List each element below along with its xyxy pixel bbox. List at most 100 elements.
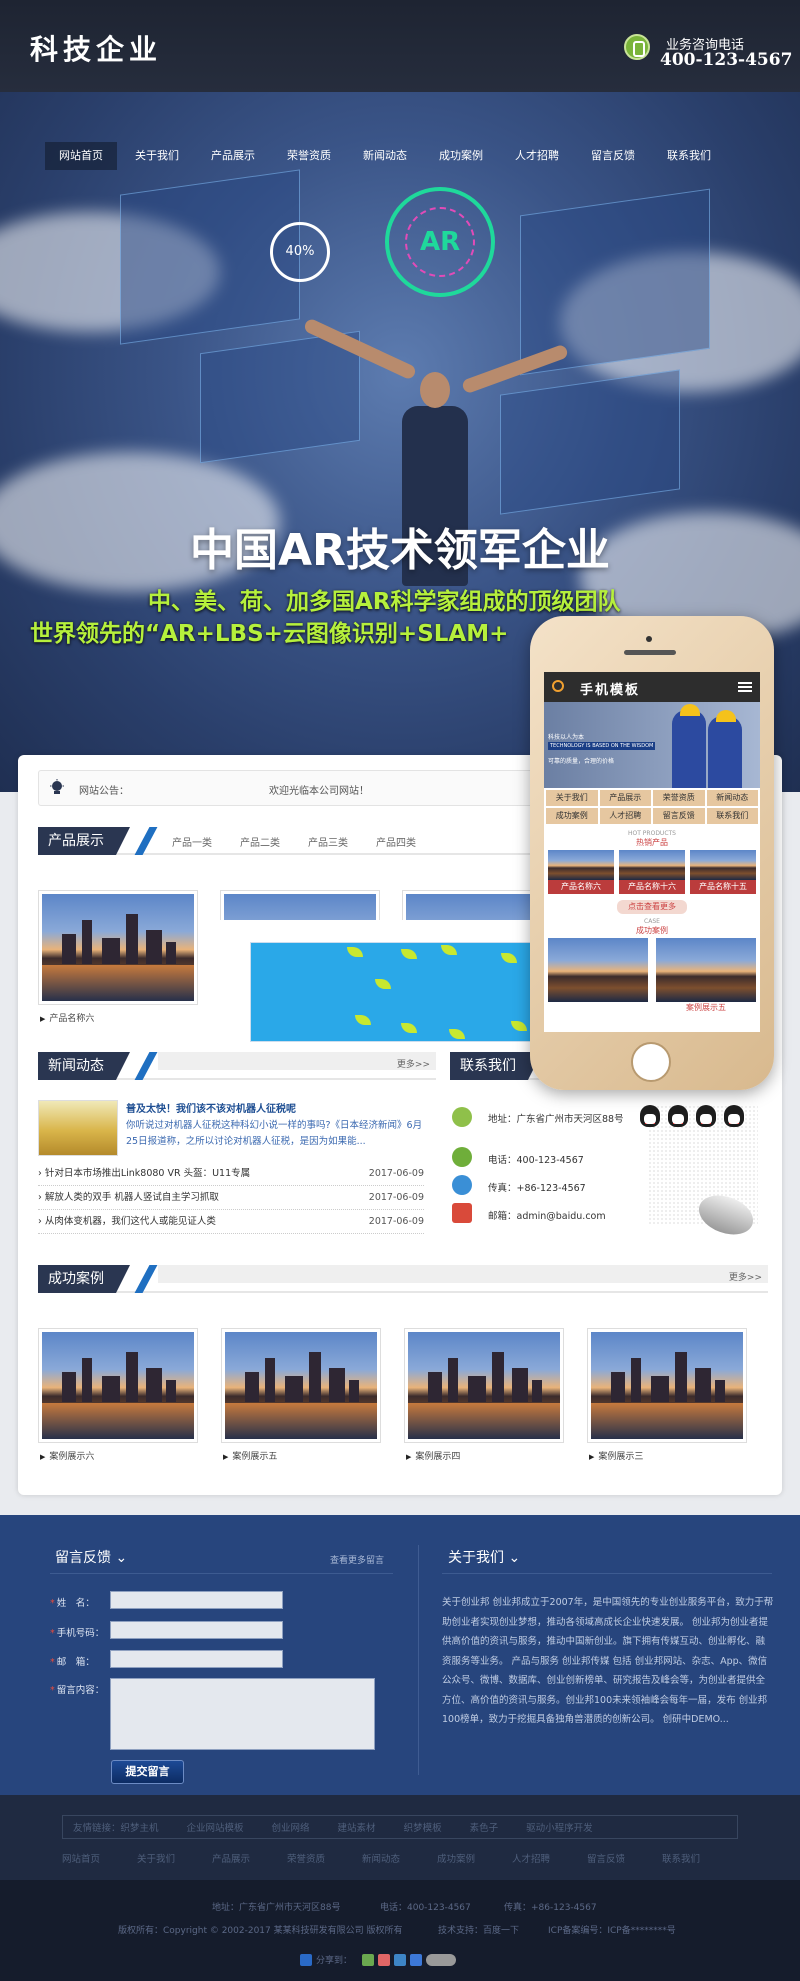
contact-email[interactable]: 邮箱：admin@baidu.com bbox=[488, 1208, 606, 1222]
mobile-case-card[interactable] bbox=[548, 938, 648, 1013]
friend-link[interactable]: 友情链接：织梦主机 bbox=[73, 1820, 159, 1834]
news-row[interactable]: 从肉体变机器，我们这代人或能见证人类 2017-06-09 bbox=[38, 1210, 424, 1234]
nav-item-jobs[interactable]: 人才招聘 bbox=[501, 142, 573, 170]
mobile-product-card[interactable]: 产品名称六 bbox=[548, 850, 614, 894]
footer-nav-item[interactable]: 联系我们 bbox=[662, 1851, 737, 1865]
footer-icp[interactable]: ICP备案编号：ICP备********号 bbox=[548, 1923, 676, 1936]
footer-nav-item[interactable]: 关于我们 bbox=[137, 1851, 212, 1865]
nav-item-contact[interactable]: 联系我们 bbox=[653, 142, 725, 170]
tab-product-category-4[interactable]: 产品四类 bbox=[376, 834, 416, 849]
footer-nav-item[interactable]: 新闻动态 bbox=[362, 1851, 437, 1865]
mobile-menu-item[interactable]: 产品展示 bbox=[599, 790, 651, 806]
case-caption[interactable]: 案例展示五 bbox=[221, 1449, 381, 1462]
news-row-title[interactable]: 针对日本市场推出Link8080 VR 头盔：U11专属 bbox=[38, 1168, 250, 1179]
case-card[interactable]: 案例展示三 bbox=[587, 1328, 747, 1462]
friend-link[interactable]: 创业网络 bbox=[272, 1820, 310, 1834]
mobile-menu-item[interactable]: 新闻动态 bbox=[706, 790, 758, 806]
submit-button[interactable]: 提交留言 bbox=[111, 1760, 184, 1784]
news-row-title[interactable]: 从肉体变机器，我们这代人或能见证人类 bbox=[38, 1216, 216, 1227]
case-image[interactable] bbox=[221, 1328, 381, 1443]
case-card[interactable]: 案例展示五 bbox=[221, 1328, 381, 1462]
search-icon[interactable] bbox=[552, 680, 564, 692]
case-caption[interactable]: 案例展示四 bbox=[404, 1449, 564, 1462]
friend-link[interactable]: 织梦模板 bbox=[404, 1820, 442, 1834]
friend-link[interactable]: 素色子 bbox=[470, 1820, 499, 1834]
mobile-menu-item[interactable]: 联系我们 bbox=[706, 808, 758, 824]
case-caption[interactable]: 案例展示六 bbox=[38, 1449, 198, 1462]
qq-icon[interactable] bbox=[668, 1105, 688, 1127]
tab-product-category-2[interactable]: 产品二类 bbox=[240, 834, 280, 849]
nav-item-honors[interactable]: 荣誉资质 bbox=[273, 142, 345, 170]
mobile-product-card[interactable]: 产品名称十六 bbox=[619, 850, 685, 894]
mobile-product-name[interactable]: 产品名称十五 bbox=[690, 880, 756, 894]
case-caption[interactable]: 案例展示三 bbox=[587, 1449, 747, 1462]
phone-input[interactable] bbox=[110, 1621, 283, 1639]
nav-item-feedback[interactable]: 留言反馈 bbox=[577, 142, 649, 170]
nav-item-products[interactable]: 产品展示 bbox=[197, 142, 269, 170]
product-card[interactable]: 产品名称六 bbox=[38, 890, 198, 1024]
product-image[interactable] bbox=[402, 890, 532, 920]
product-card[interactable] bbox=[402, 890, 532, 920]
floating-ad-banner[interactable] bbox=[250, 942, 550, 1042]
footer-nav-item[interactable]: 荣誉资质 bbox=[287, 1851, 362, 1865]
friend-link[interactable]: 建站素材 bbox=[338, 1820, 376, 1834]
news-row[interactable]: 针对日本市场推出Link8080 VR 头盔：U11专属 2017-06-09 bbox=[38, 1162, 424, 1186]
friend-link[interactable]: 驱动小程序开发 bbox=[526, 1820, 593, 1834]
email-input[interactable] bbox=[110, 1650, 283, 1668]
footer-nav-item[interactable]: 人才招聘 bbox=[512, 1851, 587, 1865]
share-tencent-icon[interactable] bbox=[394, 1953, 407, 1966]
case-card[interactable]: 案例展示六 bbox=[38, 1328, 198, 1462]
mobile-menu-item[interactable]: 人才招聘 bbox=[599, 808, 651, 824]
share-qzone-icon[interactable] bbox=[362, 1953, 375, 1966]
share-weibo-icon[interactable] bbox=[378, 1953, 391, 1966]
menu-icon[interactable] bbox=[738, 682, 752, 692]
name-input[interactable] bbox=[110, 1591, 283, 1609]
case-image[interactable] bbox=[38, 1328, 198, 1443]
news-more-link[interactable]: 更多>> bbox=[397, 1057, 430, 1070]
mobile-product-name[interactable]: 产品名称十六 bbox=[619, 880, 685, 894]
nav-item-news[interactable]: 新闻动态 bbox=[349, 142, 421, 170]
tab-product-category-3[interactable]: 产品三类 bbox=[308, 834, 348, 849]
friend-link[interactable]: 企业网站模板 bbox=[187, 1820, 244, 1834]
notice-message[interactable]: 欢迎光临本公司网站！ bbox=[269, 782, 369, 797]
view-more-messages-link[interactable]: 查看更多留言 bbox=[330, 1553, 384, 1566]
share-count-badge[interactable] bbox=[426, 1953, 457, 1966]
featured-news-title[interactable]: 普及太快！我们该不该对机器人征税呢 bbox=[126, 1100, 406, 1115]
news-row[interactable]: 解放人类的双手 机器人竖试自主学习抓取 2017-06-09 bbox=[38, 1186, 424, 1210]
mobile-case-card[interactable]: 案例展示五 bbox=[656, 938, 756, 1013]
product-caption[interactable]: 产品名称六 bbox=[38, 1011, 198, 1024]
featured-news-image[interactable] bbox=[38, 1100, 118, 1156]
site-logo[interactable]: 科技企业 bbox=[30, 28, 162, 68]
share-plus-icon[interactable] bbox=[300, 1953, 312, 1966]
mobile-product-card[interactable]: 产品名称十五 bbox=[690, 850, 756, 894]
nav-item-home[interactable]: 网站首页 bbox=[45, 142, 117, 170]
footer-nav-item[interactable]: 网站首页 bbox=[62, 1851, 137, 1865]
mobile-menu-item[interactable]: 荣誉资质 bbox=[653, 790, 705, 806]
qq-icon[interactable] bbox=[696, 1105, 716, 1127]
footer-nav-item[interactable]: 留言反馈 bbox=[587, 1851, 662, 1865]
share-renren-icon[interactable] bbox=[410, 1953, 423, 1966]
footer-support[interactable]: 技术支持：百度一下 bbox=[438, 1923, 519, 1936]
product-image[interactable] bbox=[220, 890, 380, 920]
mobile-template-mockup[interactable]: 手机模板 科技以人为本 TECHNOLOGY IS BASED ON THE W… bbox=[530, 616, 774, 1090]
nav-item-cases[interactable]: 成功案例 bbox=[425, 142, 497, 170]
content-textarea[interactable] bbox=[110, 1678, 375, 1750]
mobile-case-name[interactable]: 案例展示五 bbox=[656, 1002, 756, 1013]
nav-item-about[interactable]: 关于我们 bbox=[121, 142, 193, 170]
case-card[interactable]: 案例展示四 bbox=[404, 1328, 564, 1462]
qq-icon[interactable] bbox=[724, 1105, 744, 1127]
news-row-title[interactable]: 解放人类的双手 机器人竖试自主学习抓取 bbox=[38, 1192, 219, 1203]
product-image[interactable] bbox=[38, 890, 198, 1005]
case-image[interactable] bbox=[404, 1328, 564, 1443]
cases-more-link[interactable]: 更多>> bbox=[729, 1270, 762, 1283]
qq-icon[interactable] bbox=[640, 1105, 660, 1127]
mobile-more-button[interactable]: 点击查看更多 bbox=[617, 900, 687, 914]
footer-nav-item[interactable]: 成功案例 bbox=[437, 1851, 512, 1865]
footer-nav-item[interactable]: 产品展示 bbox=[212, 1851, 287, 1865]
mobile-product-name[interactable]: 产品名称六 bbox=[548, 880, 614, 894]
case-image[interactable] bbox=[587, 1328, 747, 1443]
mobile-menu-item[interactable]: 留言反馈 bbox=[653, 808, 705, 824]
tab-product-category-1[interactable]: 产品一类 bbox=[172, 834, 212, 849]
mobile-menu-item[interactable]: 成功案例 bbox=[546, 808, 598, 824]
mobile-menu-item[interactable]: 关于我们 bbox=[546, 790, 598, 806]
